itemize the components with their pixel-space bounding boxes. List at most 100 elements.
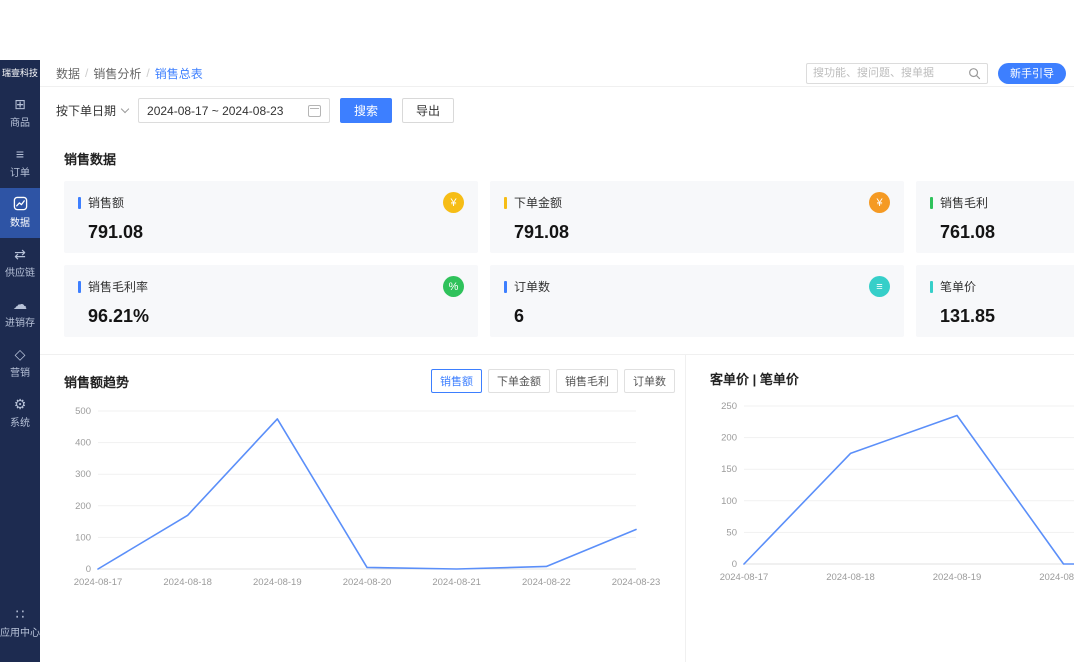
svg-text:2024-08-17: 2024-08-17 [74,577,123,588]
svg-text:2024-08-22: 2024-08-22 [522,577,571,588]
svg-text:2024-08-19: 2024-08-19 [933,572,982,583]
sidebar-item-system[interactable]: ⚙ 系统 [0,388,40,438]
tab-gross-profit[interactable]: 销售毛利 [556,369,618,393]
app-center-icon: ∷ [16,606,25,621]
sales-trend-chart: 01002003004005002024-08-172024-08-182024… [64,401,676,593]
svg-text:2024-08-19: 2024-08-19 [253,577,302,588]
svg-text:0: 0 [732,559,737,570]
sidebar-item-inventory[interactable]: ☁ 进销存 [0,288,40,338]
page: 瑞壹科技 ⊞ 商品 ≡ 订单 数据 ⇄ 供应链 [0,0,1074,662]
export-button[interactable]: 导出 [402,98,454,123]
color-bar [78,197,81,209]
sidebar-item-label: 商品 [10,114,30,129]
date-type-label: 按下单日期 [56,102,116,119]
stat-card-order-count: 订单数 ≡ 6 [490,265,904,337]
svg-text:400: 400 [75,438,91,449]
sidebar-item-label: 应用中心 [0,624,40,639]
logo[interactable]: 瑞壹科技 [0,60,40,88]
tab-order-count[interactable]: 订单数 [624,369,675,393]
stat-card-gross-profit: 销售毛利 ¥ 761.08 [916,181,1074,253]
order-amount-icon: ¥ [869,192,890,213]
goods-icon: ⊞ [14,96,26,111]
sidebar-item-goods[interactable]: ⊞ 商品 [0,88,40,138]
calendar-icon [308,105,321,117]
stat-value: 131.85 [930,306,1074,327]
sidebar-item-orders[interactable]: ≡ 订单 [0,138,40,188]
svg-text:2024-08-21: 2024-08-21 [432,577,481,588]
breadcrumb-separator: / [85,66,88,80]
svg-text:500: 500 [75,406,91,417]
stat-label: 笔单价 [940,278,976,295]
price-panel: 客单价 | 笔单价 0501001502002502024-08-172024-… [686,355,1074,662]
stat-label: 订单数 [514,278,550,295]
svg-text:100: 100 [721,496,737,507]
guide-button[interactable]: 新手引导 [998,63,1066,84]
section-title: 销售数据 [64,149,1058,168]
main-area: 数据 / 销售分析 / 销售总表 新手引导 [40,60,1074,662]
sidebar-item-supply-chain[interactable]: ⇄ 供应链 [0,238,40,288]
svg-text:50: 50 [726,527,737,538]
svg-text:100: 100 [75,532,91,543]
breadcrumb-item-data[interactable]: 数据 [56,65,80,82]
sidebar-item-marketing[interactable]: ◇ 营销 [0,338,40,388]
stat-value: 791.08 [504,222,890,243]
date-type-dropdown[interactable]: 按下单日期 [56,102,128,119]
sidebar-item-data[interactable]: 数据 [0,188,40,238]
global-search[interactable] [806,63,988,84]
search-input[interactable] [813,67,968,79]
search-button[interactable]: 搜索 [340,98,392,123]
price-chart: 0501001502002502024-08-172024-08-182024-… [710,396,1074,588]
chevron-down-icon [121,105,129,113]
sidebar-item-label: 系统 [10,414,30,429]
breadcrumb-separator: / [146,66,149,80]
color-bar [930,197,933,209]
app-window: 瑞壹科技 ⊞ 商品 ≡ 订单 数据 ⇄ 供应链 [0,60,1074,662]
stat-value: 6 [504,306,890,327]
sales-amount-icon: ¥ [443,192,464,213]
breadcrumb-item-sales-analysis[interactable]: 销售分析 [93,65,141,82]
gross-margin-icon: % [443,276,464,297]
date-range-input[interactable]: 2024-08-17 ~ 2024-08-23 [138,98,330,123]
chart-line-icon [13,196,28,211]
charts-section: 销售额趋势 销售额 下单金额 销售毛利 订单数 0100200300400500… [40,354,1074,662]
sidebar-item-label: 进销存 [5,314,35,329]
svg-text:2024-08-20: 2024-08-20 [1039,572,1074,583]
orders-icon: ≡ [16,146,24,161]
svg-text:2024-08-17: 2024-08-17 [720,572,769,583]
stat-card-gross-margin: 销售毛利率 % 96.21% [64,265,478,337]
svg-text:150: 150 [721,464,737,475]
stat-card-sales-amount: 销售额 ¥ 791.08 [64,181,478,253]
color-bar [504,281,507,293]
svg-text:0: 0 [86,564,91,575]
search-icon [968,67,981,80]
svg-text:300: 300 [75,469,91,480]
stat-value: 761.08 [930,222,1074,243]
stat-value: 791.08 [78,222,464,243]
stat-label: 销售毛利 [940,194,988,211]
svg-text:2024-08-23: 2024-08-23 [612,577,661,588]
stat-cards-grid: 销售额 ¥ 791.08 下单金额 ¥ 791.08 [64,181,1074,337]
sidebar-item-app-center[interactable]: ∷ 应用中心 [0,598,40,648]
svg-text:200: 200 [721,433,737,444]
color-bar [930,281,933,293]
color-bar [78,281,81,293]
sales-trend-panel: 销售额趋势 销售额 下单金额 销售毛利 订单数 0100200300400500… [40,355,686,662]
sidebar-item-label: 供应链 [5,264,35,279]
stat-card-order-amount: 下单金额 ¥ 791.08 [490,181,904,253]
stat-label: 下单金额 [514,194,562,211]
stat-card-per-order-price: 笔单价 ¥ 131.85 [916,265,1074,337]
svg-text:250: 250 [721,401,737,412]
sidebar-item-label: 营销 [10,364,30,379]
breadcrumb-item-sales-summary: 销售总表 [155,65,203,82]
sidebar: 瑞壹科技 ⊞ 商品 ≡ 订单 数据 ⇄ 供应链 [0,60,40,662]
trend-metric-tabs: 销售额 下单金额 销售毛利 订单数 [431,369,675,393]
filter-bar: 按下单日期 2024-08-17 ~ 2024-08-23 搜索 导出 [40,87,1074,129]
date-range-value: 2024-08-17 ~ 2024-08-23 [147,104,283,118]
tab-sales-amount[interactable]: 销售额 [431,369,482,393]
sidebar-item-label: 订单 [10,164,30,179]
stat-label: 销售毛利率 [88,278,148,295]
topbar: 数据 / 销售分析 / 销售总表 新手引导 [40,60,1074,87]
sidebar-item-label: 数据 [10,214,30,229]
tab-order-amount[interactable]: 下单金额 [488,369,550,393]
inventory-icon: ☁ [13,296,27,311]
